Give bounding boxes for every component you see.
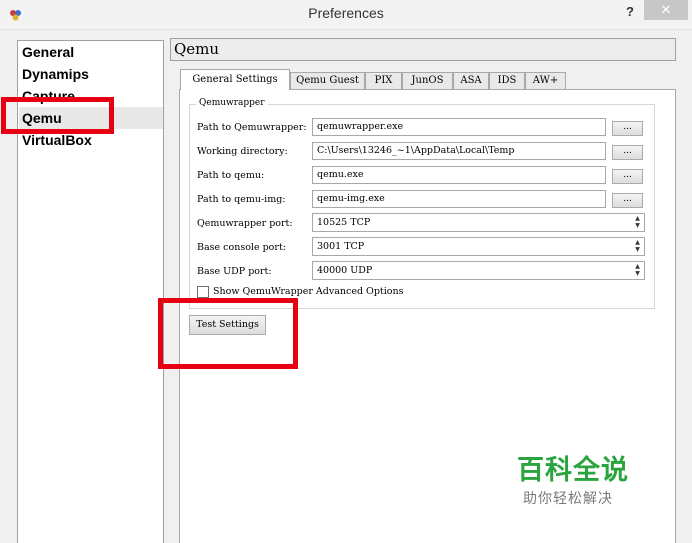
advanced-options-label[interactable]: Show QemuWrapper Advanced Options xyxy=(213,286,404,297)
window-title: Preferences xyxy=(308,5,384,21)
tab-aw-plus[interactable]: AW+ xyxy=(525,72,566,89)
watermark-subtitle: 助你轻松解决 xyxy=(523,491,613,507)
test-settings-button[interactable]: Test Settings xyxy=(189,315,266,335)
category-list: General Dynamips Capture Qemu VirtualBox xyxy=(17,40,164,543)
sidebar-item-virtualbox[interactable]: VirtualBox xyxy=(22,129,92,151)
sidebar-item-qemu[interactable]: Qemu xyxy=(19,107,163,129)
watermark-logo: 百科全说 助你轻松解决 xyxy=(513,436,667,518)
tab-pix[interactable]: PIX xyxy=(365,72,402,89)
working-directory-input[interactable]: C:\Users\13246_~1\AppData\Local\Temp xyxy=(312,142,606,160)
working-directory-label: Working directory: xyxy=(197,146,288,157)
tab-asa[interactable]: ASA xyxy=(453,72,489,89)
qemuwrapper-port-spinbox[interactable]: 10525 TCP ▲ ▼ xyxy=(312,213,645,232)
sidebar-item-general[interactable]: General xyxy=(22,41,74,63)
sidebar-item-capture[interactable]: Capture xyxy=(22,85,75,107)
base-console-port-value: 3001 TCP xyxy=(317,241,365,252)
help-button[interactable]: ? xyxy=(620,3,640,21)
advanced-options-checkbox[interactable] xyxy=(197,286,209,298)
group-title: Qemuwrapper xyxy=(196,98,268,108)
qemuwrapper-browse-button[interactable]: ... xyxy=(612,121,643,136)
qemu-path-input[interactable]: qemu.exe xyxy=(312,166,606,184)
tab-junos[interactable]: JunOS xyxy=(402,72,453,89)
spin-arrows-icon[interactable]: ▲ ▼ xyxy=(632,239,643,254)
qemuwrapper-path-label: Path to Qemuwrapper: xyxy=(197,122,307,133)
working-directory-browse-button[interactable]: ... xyxy=(612,145,643,160)
qemuwrapper-path-input[interactable]: qemuwrapper.exe xyxy=(312,118,606,136)
qemu-img-path-label: Path to qemu-img: xyxy=(197,194,286,205)
tab-ids[interactable]: IDS xyxy=(489,72,525,89)
qemu-browse-button[interactable]: ... xyxy=(612,169,643,184)
tab-qemu-guest[interactable]: Qemu Guest xyxy=(290,72,365,89)
tab-general-settings[interactable]: General Settings xyxy=(180,69,290,90)
sidebar-item-dynamips[interactable]: Dynamips xyxy=(22,63,89,85)
qemu-path-label: Path to qemu: xyxy=(197,170,265,181)
qemu-img-browse-button[interactable]: ... xyxy=(612,193,643,208)
qemuwrapper-port-label: Qemuwrapper port: xyxy=(197,218,293,229)
base-console-port-label: Base console port: xyxy=(197,242,286,253)
watermark-title: 百科全说 xyxy=(517,455,629,486)
base-udp-port-label: Base UDP port: xyxy=(197,266,272,277)
spin-arrows-icon[interactable]: ▲ ▼ xyxy=(632,263,643,278)
base-udp-port-value: 40000 UDP xyxy=(317,265,373,276)
qemuwrapper-port-value: 10525 TCP xyxy=(317,217,371,228)
spin-arrows-icon[interactable]: ▲ ▼ xyxy=(632,215,643,230)
base-udp-port-spinbox[interactable]: 40000 UDP ▲ ▼ xyxy=(312,261,645,280)
title-bar: Preferences ? ✕ xyxy=(0,0,692,30)
base-console-port-spinbox[interactable]: 3001 TCP ▲ ▼ xyxy=(312,237,645,256)
page-title: Qemu xyxy=(170,38,676,61)
qemu-img-path-input[interactable]: qemu-img.exe xyxy=(312,190,606,208)
close-button[interactable]: ✕ xyxy=(644,0,688,20)
